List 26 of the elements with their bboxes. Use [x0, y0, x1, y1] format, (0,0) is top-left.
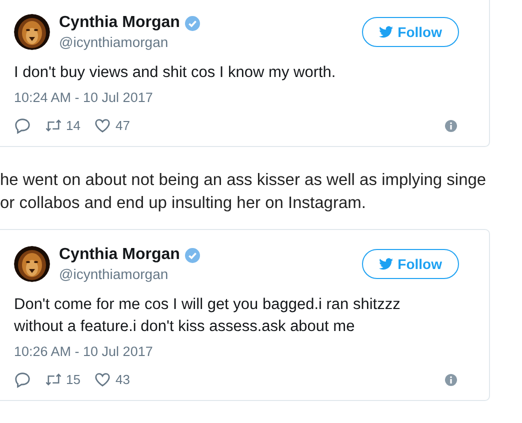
user-name[interactable]: Cynthia Morgan: [59, 246, 180, 264]
like-count: 47: [115, 118, 130, 133]
info-icon[interactable]: [445, 374, 457, 386]
tweet-text: I don't buy views and shit cos I know my worth.: [14, 63, 337, 83]
reply-icon[interactable]: [14, 371, 31, 388]
info-icon[interactable]: [445, 120, 457, 132]
user-handle[interactable]: @icynthiamorgan: [59, 34, 353, 50]
article-text: he went on about not being an ass kisser as well as implying singe: [0, 170, 488, 191]
retweet-icon[interactable]: [45, 371, 62, 388]
retweet-icon[interactable]: [45, 117, 62, 134]
retweet-count: 14: [66, 118, 80, 133]
follow-button[interactable]: Follow: [362, 249, 459, 279]
tweet-timestamp[interactable]: 10:24 AM - 10 Jul 2017: [14, 90, 469, 105]
bird-icon: [378, 26, 393, 38]
user-name[interactable]: Cynthia Morgan: [59, 14, 180, 32]
heart-icon[interactable]: [94, 371, 112, 388]
bird-icon: [378, 258, 393, 270]
article-text: or collabos and end up insulting her on Instagram.: [0, 193, 367, 214]
tweet-timestamp[interactable]: 10:26 AM - 10 Jul 2017: [14, 344, 469, 359]
like-count: 43: [115, 372, 130, 387]
heart-icon[interactable]: [94, 117, 112, 134]
follow-button[interactable]: Follow: [362, 17, 459, 47]
reply-icon[interactable]: [14, 117, 31, 134]
retweet-count: 15: [66, 372, 80, 387]
user-handle[interactable]: @icynthiamorgan: [59, 266, 353, 282]
tweet-text: Don't come for me cos I will get you bagged.i ran shitzzz without a feature.i don't kiss assess.ask about me: [14, 295, 402, 337]
